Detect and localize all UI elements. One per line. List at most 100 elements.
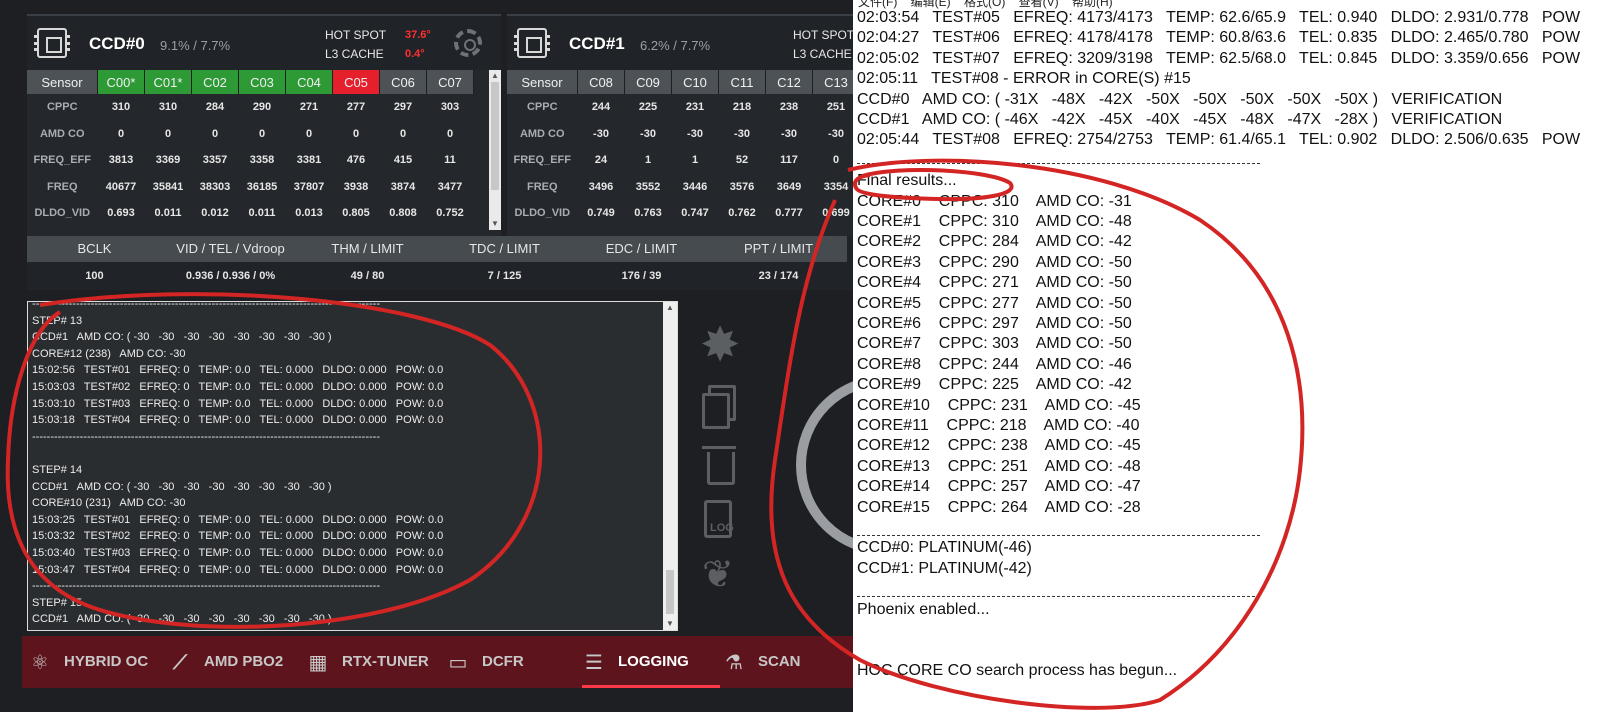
log-line: CORE#12 (238) AMD CO: -30 <box>32 347 186 360</box>
log-line: CORE#10 (231) AMD CO: -30 <box>32 497 186 510</box>
notepad-line: CCD#1 AMD CO: ( -46X -42X -45X -40X -45X… <box>857 111 1503 128</box>
scroll-up-arrow-icon[interactable]: ▲ <box>663 302 677 314</box>
phoenix-icon[interactable] <box>702 552 736 600</box>
core-header[interactable]: C09 <box>624 70 672 94</box>
sensor-row-label: CPPC <box>46 101 78 114</box>
separator-line <box>857 596 1260 597</box>
notepad-line: 02:05:11 TEST#08 - ERROR in CORE(S) #15 <box>857 70 1191 88</box>
limit-header: TDC / LIMIT <box>436 236 574 262</box>
sensor-value: 0.749 <box>587 207 615 220</box>
core-header[interactable]: C03 <box>238 70 286 94</box>
ccd1-header: CCD#1 6.2% / 7.7% HOT SPOT L3 CACHE <box>507 16 875 70</box>
sensor-value: 415 <box>393 154 413 167</box>
notepad-line: CORE#0 CPPC: 310 AMD CO: -31 <box>857 192 1132 210</box>
log-line: ----------------------------------------… <box>32 580 380 593</box>
power-limits-strip: BCLK 100 VID / TEL / Vdroop 0.936 / 0.936 /… <box>27 236 875 290</box>
sensor-row: FREQ_EFF 24 1 1 52 117 0 <box>507 147 860 174</box>
sensor-value: 3358 <box>249 154 275 167</box>
scroll-thumb[interactable] <box>491 82 499 190</box>
notepad-line: CORE#14 CPPC: 257 AMD CO: -47 <box>857 478 1141 496</box>
sensor-value: 271 <box>299 101 319 114</box>
scroll-down-arrow-icon[interactable]: ▼ <box>489 218 501 230</box>
sensor-value: 38303 <box>199 180 231 193</box>
log-output[interactable]: ----------------------------------------… <box>27 301 678 631</box>
sensor-row: AMD CO -30 -30 -30 -30 -30 -30 <box>507 121 860 148</box>
nav-item-hybrid-oc[interactable]: ⚛ HYBRID OC <box>28 636 166 688</box>
limit-value: 0.936 / 0.936 / 0% <box>185 270 276 282</box>
nav-item-amd-pbo2[interactable]: ⟋ AMD PBO2 <box>168 636 306 688</box>
core-header[interactable]: C00* <box>97 70 145 94</box>
sensor-value: 238 <box>779 101 799 114</box>
gear-icon[interactable] <box>454 29 482 57</box>
sensor-value: 36185 <box>246 180 278 193</box>
notepad-line: CORE#6 CPPC: 297 AMD CO: -50 <box>857 315 1132 332</box>
scroll-down-arrow-icon[interactable]: ▼ <box>663 618 677 630</box>
nav-item-scan[interactable]: ⚗ SCAN <box>722 636 860 688</box>
sensor-value: 0 <box>352 127 360 140</box>
sensor-value: 11 <box>444 154 456 167</box>
core-header[interactable]: C11 <box>718 70 766 94</box>
sensor-value: 0 <box>258 127 266 140</box>
notepad-window[interactable]: 文件(F) 编辑(E) 格式(O) 查看(V) 帮助(H) 02:03:54 T… <box>853 0 1604 712</box>
core-header[interactable]: C07 <box>426 70 474 94</box>
ccd1-sensor-table: Sensor C08 C09 C10 C11 C12 C13 CPPC 244 225 231 218… <box>507 70 860 227</box>
log-file-icon[interactable]: LOG <box>702 500 736 540</box>
core-header[interactable]: C01* <box>144 70 192 94</box>
core-header[interactable]: C12 <box>765 70 813 94</box>
sensor-value: -30 <box>593 127 609 140</box>
hot-spot-label: HOT SPOT <box>325 28 387 42</box>
core-header[interactable]: C02 <box>191 70 239 94</box>
nav-item-dcfr[interactable]: ▭ DCFR <box>446 636 584 688</box>
sensor-value: 37807 <box>293 180 325 193</box>
gpu-icon: ▦ <box>308 650 328 674</box>
core-header[interactable]: C10 <box>671 70 719 94</box>
copy-icon[interactable] <box>702 385 736 429</box>
sensor-row-label: FREQ <box>46 180 78 193</box>
log-scrollbar[interactable]: ▲ ▼ <box>663 302 677 630</box>
core-header[interactable]: C05 <box>332 70 380 94</box>
sensor-value: 3477 <box>437 180 463 193</box>
sensor-row: CPPC 310 310 284 290 271 277 297 303 <box>27 94 474 121</box>
notepad-line: CORE#11 CPPC: 218 AMD CO: -40 <box>857 417 1140 434</box>
scroll-thumb[interactable] <box>666 570 674 614</box>
sensor-value: 0.013 <box>295 207 323 220</box>
notepad-line: 02:05:02 TEST#07 EFREQ: 3209/3198 TEMP: … <box>857 49 1581 67</box>
nav-item-label: RTX-TUNER <box>342 653 429 670</box>
log-line: STEP# 13 <box>32 314 83 327</box>
notepad-line: CORE#2 CPPC: 284 AMD CO: -42 <box>857 233 1132 251</box>
sensor-row: FREQ 3496 3552 3446 3576 3649 3354 <box>507 174 860 201</box>
ccd0-sensor-table: Sensor C00* C01* C02 C03 C04 C05 C06 C07 CPPC 310 3… <box>27 70 474 227</box>
trash-icon[interactable] <box>702 444 736 485</box>
sensor-value: 0.777 <box>775 207 803 220</box>
core-header[interactable]: C06 <box>379 70 427 94</box>
core-header[interactable]: C04 <box>285 70 333 94</box>
scroll-up-arrow-icon[interactable]: ▲ <box>489 70 501 82</box>
nav-item-logging[interactable]: ☰ LOGGING <box>582 636 720 688</box>
sensor-value: 3381 <box>296 154 322 167</box>
log-line: 15:03:40 TEST#03 EFREQ: 0 TEMP: 0.0 TEL:… <box>32 547 444 559</box>
limit-value: 100 <box>85 270 104 282</box>
chart-line-icon: ⟋ <box>173 650 187 674</box>
notepad-line: CORE#13 CPPC: 251 AMD CO: -48 <box>857 457 1141 475</box>
core-header[interactable]: C08 <box>577 70 625 94</box>
log-line: CCD#1 AMD CO: ( -30 -30 -30 -30 -30 -30 … <box>32 480 332 493</box>
sensor-row: CPPC 244 225 231 218 238 251 <box>507 94 860 121</box>
notepad-line: CORE#1 CPPC: 310 AMD CO: -48 <box>857 213 1132 230</box>
sensor-value: 225 <box>638 101 658 114</box>
tuner-app-window: CCD#0 9.1% / 7.7% HOT SPOT 37.6° L3 CACH… <box>0 0 875 712</box>
hot-spot-value: 37.6° <box>405 29 431 41</box>
log-line: CCD#1 AMD CO: ( -30 -30 -30 -30 -30 -30 … <box>32 613 332 626</box>
sensor-value: 1 <box>644 154 652 167</box>
limit-header: EDC / LIMIT <box>573 236 711 262</box>
sensor-value: 218 <box>732 101 752 114</box>
sensor-row: FREQ_EFF 3813 3369 3357 3358 3381 476 415 11 <box>27 147 474 174</box>
ccd0-scrollbar[interactable]: ▲ ▼ <box>489 70 501 230</box>
notepad-line: 02:05:44 TEST#08 EFREQ: 2754/2753 TEMP: … <box>857 131 1581 149</box>
sensor-value: 0.011 <box>248 207 276 220</box>
alert-burst-icon[interactable] <box>700 317 740 373</box>
sensor-value: 277 <box>346 101 366 114</box>
notepad-line: CORE#12 CPPC: 238 AMD CO: -45 <box>857 437 1141 455</box>
sensor-value: 0.752 <box>436 207 464 220</box>
ccd0-title: CCD#0 <box>89 34 145 53</box>
nav-item-rtx-tuner[interactable]: ▦ RTX-TUNER <box>306 636 444 688</box>
